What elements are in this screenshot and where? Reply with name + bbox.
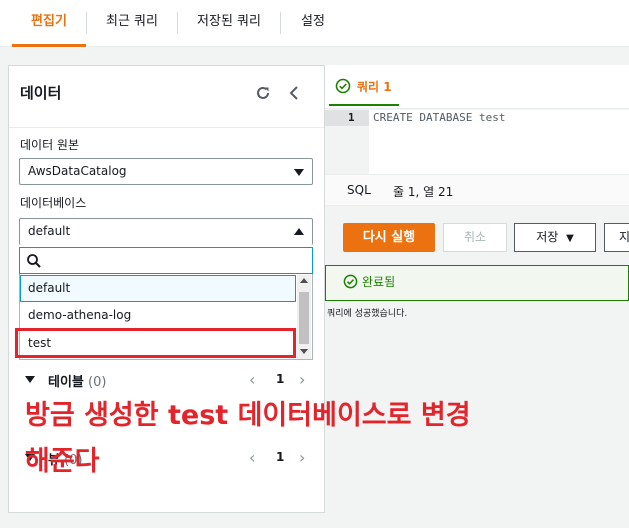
cancel-button[interactable]: 취소 — [443, 223, 507, 252]
annotation-line-1: 방금 생성한 test 데이터베이스로 변경 — [25, 400, 471, 431]
query-tab-indicator — [329, 104, 399, 106]
save-button[interactable]: 저장 ▼ — [514, 223, 596, 252]
data-source-value: AwsDataCatalog — [28, 164, 127, 178]
database-select[interactable]: default — [19, 218, 313, 245]
run-again-button[interactable]: 다시 실행 — [343, 223, 435, 252]
tables-count: (0) — [88, 375, 107, 390]
data-source-label: 데이터 원본 — [20, 138, 80, 152]
query-tab[interactable]: 쿼리 1 — [357, 78, 392, 95]
language-indicator: SQL — [347, 183, 371, 197]
expand-tables-icon[interactable] — [25, 376, 35, 383]
tab-recent-queries[interactable]: 최근 쿼리 — [87, 0, 177, 46]
active-tab-indicator — [12, 44, 86, 47]
database-search-input[interactable] — [19, 247, 313, 274]
tab-settings[interactable]: 설정 — [281, 0, 345, 46]
database-value: default — [28, 224, 71, 238]
check-circle-icon — [343, 274, 358, 289]
database-option-demo-athena-log[interactable]: demo-athena-log — [20, 302, 296, 329]
clear-button[interactable]: 지 — [604, 223, 629, 252]
tables-section: 테이블 (0) — [48, 371, 106, 390]
annotation-line-2: 해준다 — [25, 446, 100, 477]
highlight-box — [15, 328, 296, 358]
tab-saved-queries[interactable]: 저장된 쿼리 — [178, 0, 280, 46]
tables-label[interactable]: 테이블 — [48, 375, 84, 390]
query-status: 완료됨 — [362, 275, 396, 289]
tab-editor[interactable]: 편집기 — [12, 0, 86, 46]
line-number: 1 — [348, 111, 355, 124]
panel-divider — [9, 127, 324, 128]
data-source-select[interactable]: AwsDataCatalog — [19, 158, 313, 185]
views-page-number[interactable]: 1 — [276, 450, 284, 464]
code-line[interactable]: CREATE DATABASE test — [373, 111, 505, 124]
scroll-up-arrow-icon[interactable] — [300, 278, 308, 283]
cursor-position: 줄 1, 열 21 — [393, 185, 454, 199]
scrollbar-thumb[interactable] — [299, 292, 309, 344]
prev-page-icon[interactable]: ‹ — [249, 448, 255, 467]
next-page-icon[interactable]: › — [299, 448, 305, 467]
next-page-icon[interactable]: › — [299, 370, 305, 389]
scroll-down-arrow-icon[interactable] — [300, 349, 308, 354]
database-option-default[interactable]: default — [20, 275, 296, 302]
result-message: 쿼리에 성공했습니다. — [327, 309, 408, 319]
search-icon — [26, 253, 42, 269]
check-circle-icon — [335, 78, 351, 94]
active-line-gutter — [325, 110, 369, 126]
refresh-icon[interactable] — [254, 84, 272, 102]
save-dropdown-icon: ▼ — [566, 233, 574, 244]
tables-page-number[interactable]: 1 — [276, 372, 284, 386]
collapse-panel-icon[interactable] — [286, 84, 302, 102]
database-label: 데이터베이스 — [20, 196, 87, 210]
panel-title: 데이터 — [20, 84, 62, 102]
save-label: 저장 — [536, 230, 559, 244]
prev-page-icon[interactable]: ‹ — [249, 370, 255, 389]
chevron-up-icon — [294, 228, 304, 235]
chevron-down-icon — [294, 169, 304, 176]
